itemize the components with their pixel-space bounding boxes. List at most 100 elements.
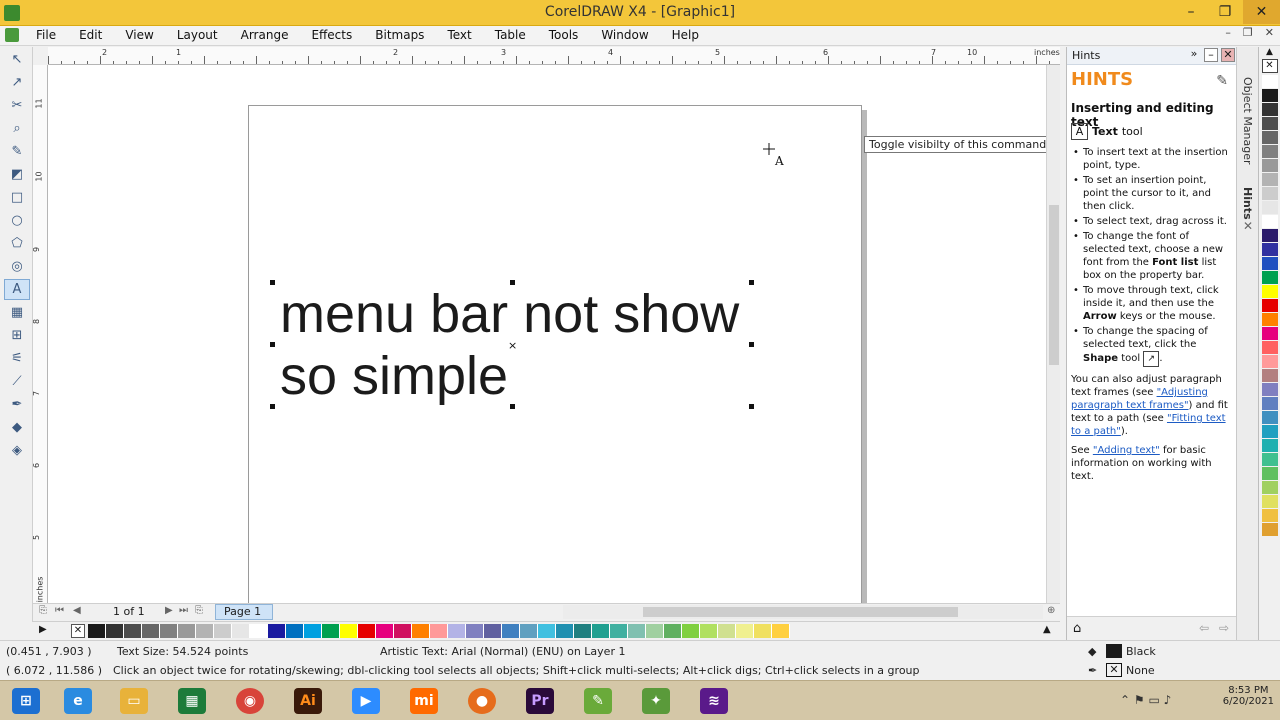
color-swatch[interactable]: [214, 624, 232, 638]
color-swatch[interactable]: [1261, 509, 1278, 522]
color-swatch[interactable]: [1261, 75, 1278, 88]
color-swatch[interactable]: [412, 624, 430, 638]
pick-tool-icon[interactable]: ↖: [4, 49, 30, 70]
color-swatch[interactable]: [1261, 439, 1278, 452]
color-swatch[interactable]: [1261, 313, 1278, 326]
color-swatch[interactable]: [196, 624, 214, 638]
doc-restore-button[interactable]: ❐: [1243, 26, 1253, 39]
color-swatch[interactable]: [340, 624, 358, 638]
connector-tool-icon[interactable]: ⚟: [4, 348, 30, 369]
rotation-center-marker[interactable]: ×: [508, 339, 517, 352]
color-swatch[interactable]: [1261, 117, 1278, 130]
color-swatch[interactable]: [1261, 341, 1278, 354]
first-page-icon[interactable]: ⏮: [55, 605, 64, 616]
menu-table[interactable]: Table: [495, 28, 526, 42]
excel-icon[interactable]: ▦: [170, 685, 214, 717]
minimize-docker-button[interactable]: –: [1204, 48, 1218, 62]
ellipse-tool-icon[interactable]: ○: [4, 210, 30, 231]
color-swatch[interactable]: [682, 624, 700, 638]
color-swatch[interactable]: [646, 624, 664, 638]
color-swatch[interactable]: [1261, 369, 1278, 382]
color-swatch[interactable]: [520, 624, 538, 638]
palette-expand-icon[interactable]: ▲: [1043, 624, 1051, 635]
color-swatch[interactable]: [1261, 271, 1278, 284]
book-icon[interactable]: ✎: [1216, 73, 1228, 89]
back-icon[interactable]: ⇦: [1199, 621, 1209, 635]
color-swatch[interactable]: [1261, 425, 1278, 438]
color-swatch[interactable]: [268, 624, 286, 638]
selection-handle[interactable]: [510, 404, 515, 409]
color-swatch[interactable]: [358, 624, 376, 638]
color-swatch[interactable]: [1261, 495, 1278, 508]
outline-tool-icon[interactable]: ✒: [4, 394, 30, 415]
close-button[interactable]: ✕: [1243, 0, 1280, 24]
restore-button[interactable]: ❐: [1208, 0, 1242, 24]
add-page-icon[interactable]: ⎘: [39, 605, 47, 616]
color-swatch[interactable]: [1261, 467, 1278, 480]
scroll-thumb[interactable]: [643, 607, 958, 617]
internet-explorer-icon[interactable]: e: [56, 685, 100, 717]
color-swatch[interactable]: [448, 624, 466, 638]
selection-handle[interactable]: [749, 404, 754, 409]
selection-handle[interactable]: [510, 280, 515, 285]
document-icon[interactable]: [5, 28, 19, 42]
minimize-button[interactable]: –: [1174, 0, 1208, 24]
color-swatch[interactable]: [394, 624, 412, 638]
tray-icons[interactable]: ⌃ ⚑ ▭ ♪: [1120, 693, 1171, 707]
coreldraw-icon[interactable]: ✎: [576, 685, 620, 717]
color-swatch[interactable]: [142, 624, 160, 638]
color-swatch[interactable]: [1261, 285, 1278, 298]
color-swatch[interactable]: [754, 624, 772, 638]
vertical-ruler[interactable]: 11 10 9 8 7 6 5 inches: [32, 65, 48, 603]
illustrator-icon[interactable]: Ai: [286, 685, 330, 717]
zoom-navigator-icon[interactable]: ⊕: [1047, 605, 1055, 616]
menu-bitmaps[interactable]: Bitmaps: [375, 28, 424, 42]
menu-text[interactable]: Text: [447, 28, 471, 42]
freehand-tool-icon[interactable]: ✎: [4, 141, 30, 162]
interactive-fill-tool-icon[interactable]: ◈: [4, 440, 30, 461]
color-swatch[interactable]: [700, 624, 718, 638]
color-swatch[interactable]: [1261, 243, 1278, 256]
forward-icon[interactable]: ⇨: [1219, 621, 1229, 635]
close-docker-button[interactable]: ✕: [1221, 48, 1235, 62]
color-swatch[interactable]: [1261, 173, 1278, 186]
fill-tool-icon[interactable]: ◆: [4, 417, 30, 438]
clock-date[interactable]: 6/20/2021: [1223, 696, 1274, 707]
expand-icon[interactable]: »: [1187, 48, 1201, 62]
vertical-scrollbar[interactable]: [1046, 65, 1060, 603]
file-explorer-icon[interactable]: ▭: [112, 685, 156, 717]
doc-minimize-button[interactable]: –: [1225, 26, 1231, 39]
eyedropper-tool-icon[interactable]: ⟋: [4, 371, 30, 392]
color-swatch[interactable]: [1261, 131, 1278, 144]
outline-color-swatch[interactable]: ✕: [1106, 663, 1122, 677]
premiere-icon[interactable]: Pr: [518, 685, 562, 717]
crop-tool-icon[interactable]: ✂: [4, 95, 30, 116]
next-page-icon[interactable]: ▶: [165, 605, 173, 616]
chrome-icon[interactable]: ◉: [228, 685, 272, 717]
home-icon[interactable]: ⌂: [1073, 621, 1081, 636]
color-swatch[interactable]: [1261, 89, 1278, 102]
mi-icon[interactable]: mi: [402, 685, 446, 717]
color-swatch[interactable]: [304, 624, 322, 638]
color-swatch[interactable]: [1261, 229, 1278, 242]
menu-view[interactable]: View: [125, 28, 153, 42]
color-swatch[interactable]: [1261, 215, 1278, 228]
color-swatch[interactable]: [574, 624, 592, 638]
horizontal-scrollbar[interactable]: [563, 605, 1043, 619]
fill-color-swatch[interactable]: [1106, 644, 1122, 658]
color-swatch[interactable]: [322, 624, 340, 638]
smart-fill-tool-icon[interactable]: ◩: [4, 164, 30, 185]
color-swatch[interactable]: [1261, 327, 1278, 340]
color-swatch[interactable]: [610, 624, 628, 638]
color-swatch[interactable]: [1261, 145, 1278, 158]
corel-capture-icon[interactable]: ≋: [692, 685, 736, 717]
color-swatch[interactable]: [1261, 397, 1278, 410]
color-swatch[interactable]: [1261, 411, 1278, 424]
color-swatch[interactable]: [160, 624, 178, 638]
color-swatch[interactable]: [466, 624, 484, 638]
color-swatch[interactable]: [1261, 257, 1278, 270]
color-swatch[interactable]: [628, 624, 646, 638]
table-tool-icon[interactable]: ▦: [4, 302, 30, 323]
palette-scroll-icon[interactable]: ▶: [39, 624, 47, 635]
selection-handle[interactable]: [749, 342, 754, 347]
